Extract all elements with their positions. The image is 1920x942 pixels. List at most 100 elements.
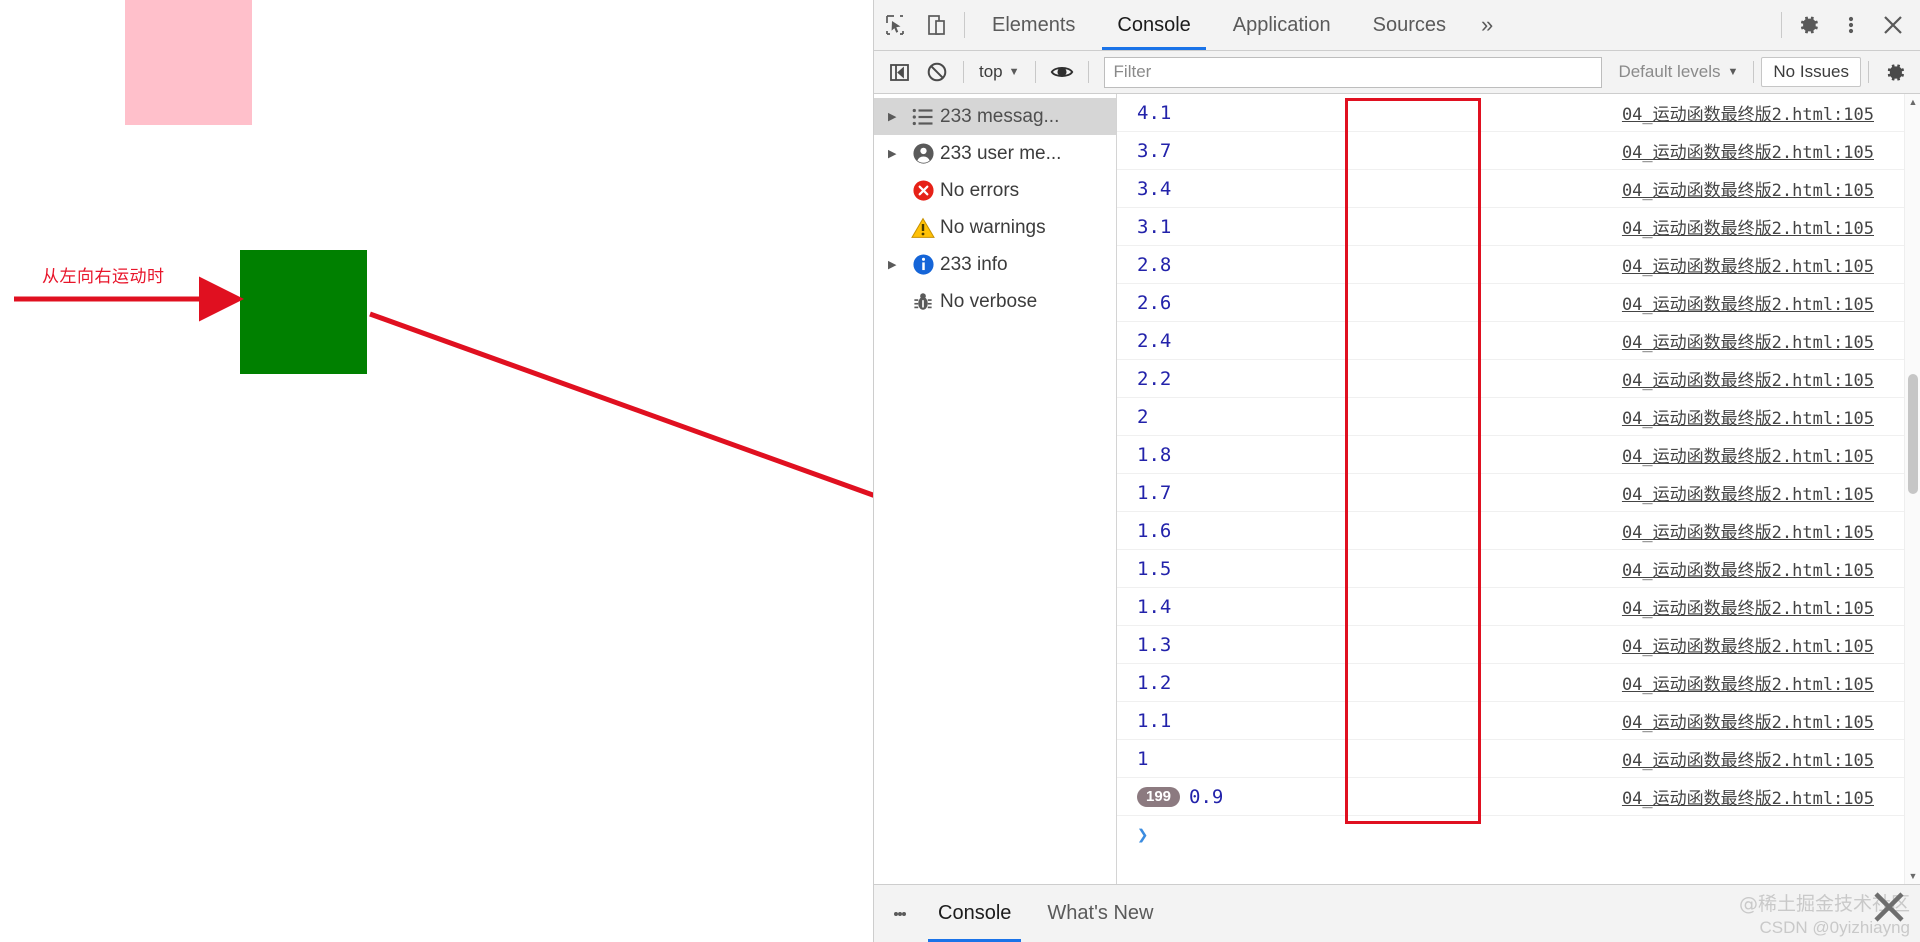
console-log-row: 1.7 04_运动函数最终版2.html:105	[1117, 474, 1920, 512]
expand-triangle-icon-3[interactable]: ▶	[888, 258, 906, 271]
console-log-source-link[interactable]: 04_运动函数最终版2.html:105	[1622, 784, 1874, 809]
tab-application[interactable]: Application	[1212, 0, 1352, 50]
scrollbar-thumb[interactable]	[1908, 374, 1918, 494]
gear-icon[interactable]	[1788, 0, 1830, 50]
drawer-tab-whats-new-label: What's New	[1047, 902, 1154, 924]
console-log-source-link[interactable]: 04_运动函数最终版2.html:105	[1622, 328, 1874, 353]
drawer-more-options-icon[interactable]	[880, 910, 920, 918]
scroll-down-arrow-icon[interactable]: ▼	[1905, 868, 1920, 884]
console-log-value-text: 2.2	[1137, 367, 1172, 390]
console-log-value-text: 1.1	[1137, 709, 1172, 732]
log-levels-select[interactable]: Default levels ▼	[1610, 62, 1746, 82]
console-log-value: 2.4	[1137, 330, 1337, 352]
sidebar-item-warnings[interactable]: No warnings	[874, 209, 1116, 246]
scroll-up-arrow-icon[interactable]: ▲	[1905, 94, 1920, 110]
search-input[interactable]	[1103, 56, 1603, 88]
toolbar-divider	[964, 12, 965, 38]
console-sidebar-toggle-icon[interactable]	[880, 53, 918, 91]
console-log-value-text: 3.4	[1137, 177, 1172, 200]
console-log-row: 1.5 04_运动函数最终版2.html:105	[1117, 550, 1920, 588]
tab-sources-label: Sources	[1372, 13, 1446, 36]
issues-button[interactable]: No Issues	[1761, 57, 1861, 87]
execution-context-select[interactable]: top ▼	[971, 62, 1028, 82]
log-levels-label: Default levels	[1618, 62, 1721, 81]
console-log-row: 1 04_运动函数最终版2.html:105	[1117, 740, 1920, 778]
console-log-source-link[interactable]: 04_运动函数最终版2.html:105	[1622, 670, 1874, 695]
sidebar-item-user-messages[interactable]: ▶ 233 user me...	[874, 135, 1116, 172]
console-log-value: 1.1	[1137, 710, 1337, 732]
sidebar-item-errors[interactable]: No errors	[874, 172, 1116, 209]
eye-icon[interactable]	[1043, 53, 1081, 91]
sidebar-item-verbose[interactable]: No verbose	[874, 283, 1116, 320]
console-log-value-text: 2	[1137, 405, 1149, 428]
console-log-source-link[interactable]: 04_运动函数最终版2.html:105	[1622, 252, 1874, 277]
list-icon	[906, 108, 940, 126]
error-icon	[906, 179, 940, 202]
console-log-source-link[interactable]: 04_运动函数最终版2.html:105	[1622, 100, 1874, 125]
watermark: @稀土掘金技术社区 CSDN @0yizhiayng	[1739, 893, 1910, 938]
toolbar-divider-5	[1868, 61, 1869, 83]
more-tabs-icon[interactable]: »	[1467, 0, 1507, 50]
console-log-source-link[interactable]: 04_运动函数最终版2.html:105	[1622, 632, 1874, 657]
console-scrollbar[interactable]: ▲ ▼	[1904, 94, 1920, 884]
console-log-source-link[interactable]: 04_运动函数最终版2.html:105	[1622, 746, 1874, 771]
console-log-value: 2.2	[1137, 368, 1337, 390]
drawer-tab-console[interactable]: Console	[920, 885, 1029, 942]
tab-console[interactable]: Console	[1096, 0, 1211, 50]
console-log-value-text: 1.7	[1137, 481, 1172, 504]
close-icon[interactable]	[1872, 0, 1914, 50]
console-log-source-link[interactable]: 04_运动函数最终版2.html:105	[1622, 708, 1874, 733]
sidebar-item-user-messages-label: 233 user me...	[940, 142, 1062, 164]
console-log-source-link[interactable]: 04_运动函数最终版2.html:105	[1622, 442, 1874, 467]
warning-icon	[906, 217, 940, 239]
console-log-source-link[interactable]: 04_运动函数最终版2.html:105	[1622, 556, 1874, 581]
console-log-value-text: 1	[1137, 747, 1149, 770]
devtools-tabstrip: Elements Console Application Sources »	[874, 0, 1920, 51]
console-log-source-link[interactable]: 04_运动函数最终版2.html:105	[1622, 594, 1874, 619]
console-log-value: 1.6	[1137, 520, 1337, 542]
tab-elements[interactable]: Elements	[971, 0, 1096, 50]
console-log-value-text: 1.2	[1137, 671, 1172, 694]
console-log-source-link[interactable]: 04_运动函数最终版2.html:105	[1622, 366, 1874, 391]
console-log-value: 1.5	[1137, 558, 1337, 580]
console-log-row: 1.8 04_运动函数最终版2.html:105	[1117, 436, 1920, 474]
chevron-down-icon: ▼	[1008, 66, 1020, 78]
console-log-value: 1	[1137, 748, 1337, 770]
annotation-label: 从左向右运动时	[42, 267, 165, 287]
device-toolbar-icon[interactable]	[916, 0, 958, 50]
console-log-row: 1.1 04_运动函数最终版2.html:105	[1117, 702, 1920, 740]
console-log-source-link[interactable]: 04_运动函数最终版2.html:105	[1622, 176, 1874, 201]
console-settings-gear-icon[interactable]	[1876, 53, 1914, 91]
console-log-source-link[interactable]: 04_运动函数最终版2.html:105	[1622, 404, 1874, 429]
console-prompt[interactable]: ❯	[1117, 816, 1920, 854]
console-log-source-link[interactable]: 04_运动函数最终版2.html:105	[1622, 518, 1874, 543]
console-log-source-link[interactable]: 04_运动函数最终版2.html:105	[1622, 214, 1874, 239]
console-log-value-text: 1.6	[1137, 519, 1172, 542]
more-options-icon[interactable]	[1830, 0, 1872, 50]
bug-icon	[906, 291, 940, 313]
tab-sources[interactable]: Sources	[1352, 0, 1467, 50]
user-icon	[906, 142, 940, 165]
console-log-source-link[interactable]: 04_运动函数最终版2.html:105	[1622, 290, 1874, 315]
expand-triangle-icon[interactable]: ▶	[888, 110, 906, 123]
toolbar-divider-3	[1087, 61, 1089, 83]
console-log-source-link[interactable]: 04_运动函数最终版2.html:105	[1622, 138, 1874, 163]
console-drawer: Console What's New @稀土掘金技术社区 CSDN @0yizh…	[874, 884, 1920, 942]
sidebar-item-messages[interactable]: ▶ 233 messag...	[874, 98, 1116, 135]
drawer-tab-whats-new[interactable]: What's New	[1029, 885, 1171, 942]
annotation-arrows	[14, 276, 873, 498]
sidebar-item-info[interactable]: ▶ 233 info	[874, 246, 1116, 283]
expand-triangle-icon-2[interactable]: ▶	[888, 147, 906, 160]
console-log-row: 2.8 04_运动函数最终版2.html:105	[1117, 246, 1920, 284]
tabstrip-spacer	[1507, 0, 1775, 50]
console-log-row: 4.1 04_运动函数最终版2.html:105	[1117, 94, 1920, 132]
inspect-element-icon[interactable]	[874, 0, 916, 50]
console-log-value: 1.3	[1137, 634, 1337, 656]
console-log-row: 1.2 04_运动函数最终版2.html:105	[1117, 664, 1920, 702]
console-sidebar: ▶ 233 messag... ▶ 233 user me... No erro…	[874, 94, 1117, 884]
sidebar-item-info-label: 233 info	[940, 253, 1008, 275]
console-log-value-text: 2.4	[1137, 329, 1172, 352]
watermark-line-1: @稀土掘金技术社区	[1738, 893, 1910, 915]
console-log-source-link[interactable]: 04_运动函数最终版2.html:105	[1622, 480, 1874, 505]
clear-console-icon[interactable]	[918, 53, 956, 91]
